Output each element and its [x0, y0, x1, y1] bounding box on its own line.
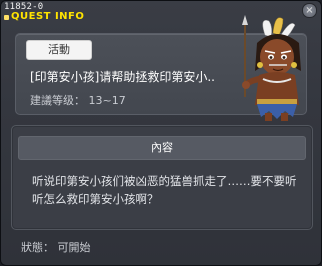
quest-title: [印第安小孩]请帮助拯救印第安小.. [30, 70, 215, 84]
quest-status: 狀態： 可開始 [21, 241, 91, 254]
quest-info-window: 11852-0 QUEST INFO × 活動 [印第安小孩]请帮助拯救印第安小… [0, 0, 322, 266]
content-header: 內容 [18, 136, 306, 160]
quest-description: 听说印第安小孩们被凶恶的猛兽抓走了……要不要听听怎么救印第安小孩啊？ [32, 174, 297, 206]
npc-portrait-icon [242, 15, 301, 121]
window-title: QUEST INFO [11, 11, 85, 22]
title-bullet-icon [4, 15, 9, 20]
quest-recommended-level: 建議等级： 13~17 [30, 94, 126, 107]
quest-type-badge: 活動 [26, 40, 92, 60]
quest-content-panel: 內容 听说印第安小孩们被凶恶的猛兽抓走了……要不要听听怎么救印第安小孩啊？ [11, 125, 313, 230]
